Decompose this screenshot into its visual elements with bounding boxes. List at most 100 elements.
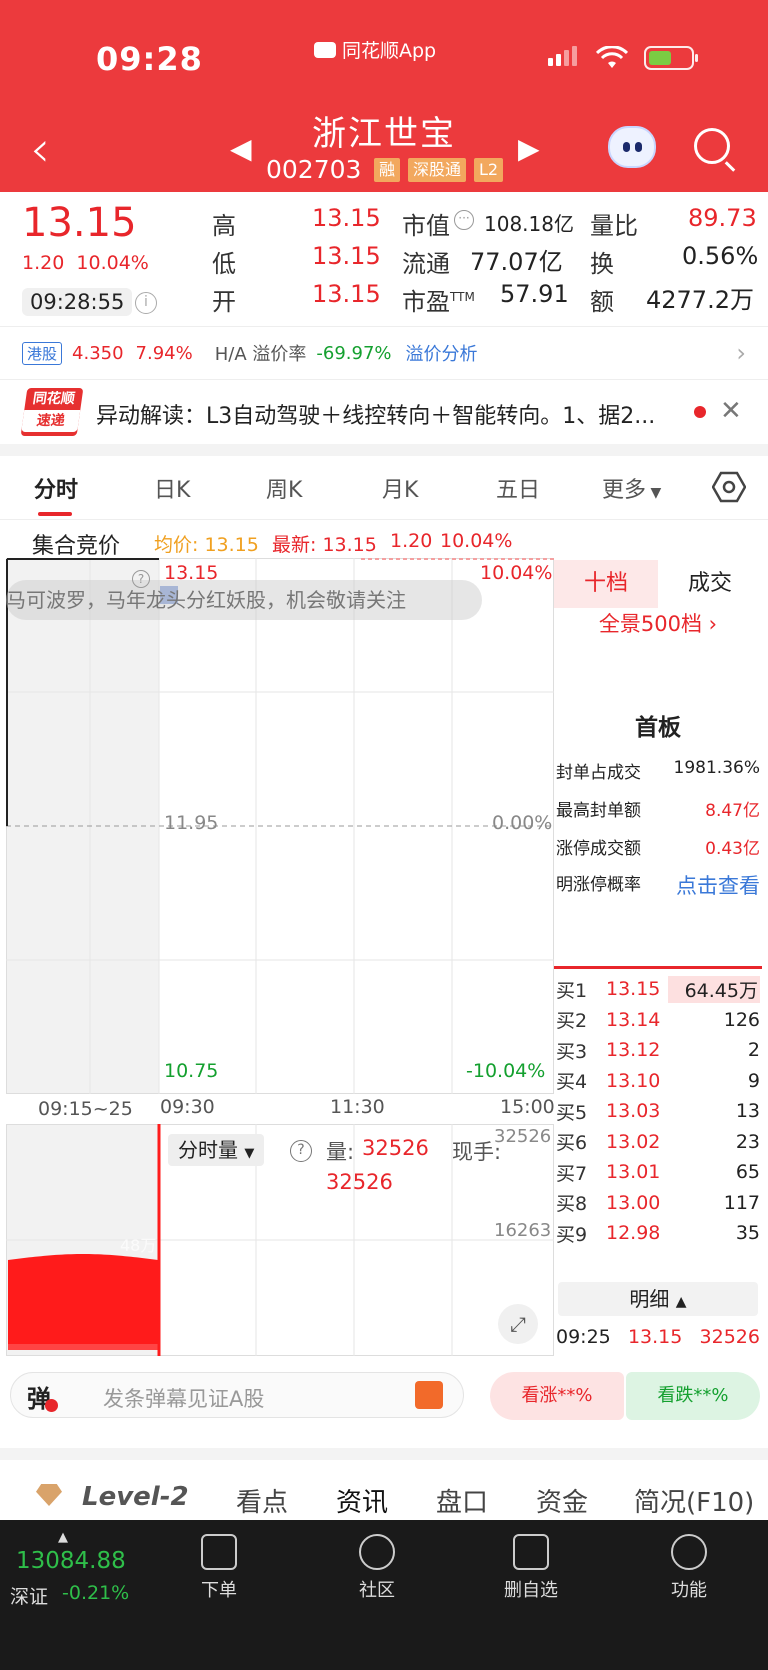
tab-highlights[interactable]: 看点 bbox=[236, 1482, 288, 1519]
tab-order-flow[interactable]: 盘口 bbox=[436, 1482, 488, 1519]
bid-volume: 64.45万 bbox=[668, 975, 760, 1003]
bid-row[interactable]: 买4 13.10 9 bbox=[556, 1066, 760, 1096]
next-stock-button[interactable]: ▶ bbox=[518, 132, 540, 165]
section-divider bbox=[0, 1448, 768, 1460]
app-label-text: 同花顺App bbox=[342, 40, 437, 62]
time-open: 09:30 bbox=[160, 1096, 215, 1118]
volume-label: 量: bbox=[326, 1140, 355, 1164]
volume-axis-max: 32526 bbox=[494, 1126, 552, 1147]
tab-daily-k[interactable]: 日K bbox=[154, 472, 190, 504]
last-trade-row: 09:25 13.15 32526 bbox=[556, 1326, 760, 1348]
stat-max-seal: 最高封单额 8.47亿 bbox=[556, 801, 760, 821]
bid-row[interactable]: 买3 13.12 2 bbox=[556, 1035, 760, 1065]
bid-label: 买7 bbox=[556, 1162, 588, 1185]
auction-label: 集合竞价 bbox=[32, 534, 121, 559]
auction-volume-bars bbox=[8, 1254, 158, 1350]
menu-icon bbox=[671, 1534, 707, 1570]
pe-label: 市盈TTM bbox=[402, 288, 475, 316]
tab-ten-levels[interactable]: 十档 bbox=[554, 560, 658, 608]
tab-monthly-k[interactable]: 月K bbox=[382, 472, 418, 504]
news-logo: 同花顺 速递 bbox=[20, 388, 84, 436]
bid-price: 13.12 bbox=[606, 1039, 661, 1061]
detail-button[interactable]: 明细 ▲ bbox=[558, 1282, 758, 1316]
premium-analysis-link[interactable]: 溢价分析 bbox=[406, 340, 478, 366]
status-icons bbox=[548, 46, 698, 70]
nav-remove-watchlist[interactable]: 删自选 bbox=[486, 1534, 576, 1602]
danmu-toggle-icon[interactable] bbox=[45, 1399, 58, 1412]
chart-mid-pct: 0.00% bbox=[492, 812, 553, 834]
volume-help-icon[interactable]: ? bbox=[290, 1140, 312, 1162]
settings-hexagon-icon[interactable] bbox=[712, 470, 746, 504]
nav-community[interactable]: 社区 bbox=[332, 1534, 422, 1602]
search-icon[interactable] bbox=[694, 128, 730, 164]
tag-margin: 融 bbox=[374, 158, 401, 182]
bid-price: 13.14 bbox=[606, 1008, 661, 1031]
bid-volume: 13 bbox=[735, 1100, 760, 1122]
tab-five-day[interactable]: 五日 bbox=[496, 472, 540, 504]
chart-mid-price: 11.95 bbox=[164, 812, 219, 834]
premium-value: -69.97% bbox=[316, 342, 392, 364]
news-text[interactable]: 异动解读：L3自动驾驶＋线控转向＋智能转向。1、据2... bbox=[96, 398, 655, 430]
tab-capital[interactable]: 资金 bbox=[536, 1482, 588, 1519]
bid-row[interactable]: 买1 13.15 64.45万 bbox=[556, 974, 760, 1004]
bid-volume: 117 bbox=[723, 1191, 760, 1214]
index-pct: -0.21% bbox=[62, 1582, 130, 1604]
bid-row[interactable]: 买7 13.01 65 bbox=[556, 1157, 760, 1187]
bid-row[interactable]: 买5 13.03 13 bbox=[556, 1096, 760, 1126]
content-tabs: Level-2 看点 资讯 盘口 资金 简况(F10) bbox=[0, 1474, 768, 1520]
view-probability-link[interactable]: 点击查看 bbox=[676, 870, 760, 900]
expand-up-icon[interactable]: ▲ bbox=[58, 1530, 68, 1545]
bid-volume: 35 bbox=[735, 1222, 760, 1244]
danmu-input[interactable]: 弹 发条弹幕见证A股 bbox=[10, 1372, 464, 1418]
latest-price: 最新: 13.15 bbox=[272, 534, 377, 556]
bearish-button[interactable]: 看跌**% bbox=[626, 1372, 760, 1420]
bid-row[interactable]: 买6 13.02 23 bbox=[556, 1127, 760, 1157]
bid-label: 买3 bbox=[556, 1040, 588, 1063]
panorama-500-link[interactable]: 全景500档 › bbox=[554, 608, 762, 638]
tab-news[interactable]: 资讯 bbox=[336, 1482, 388, 1519]
tab-intraday[interactable]: 分时 bbox=[34, 472, 78, 504]
close-icon[interactable]: ✕ bbox=[720, 396, 742, 426]
tab-level2[interactable]: Level-2 bbox=[82, 1482, 189, 1512]
tab-deals[interactable]: 成交 bbox=[658, 560, 762, 608]
tab-f10[interactable]: 简况(F10) bbox=[634, 1482, 754, 1519]
bid-row[interactable]: 买8 13.00 117 bbox=[556, 1188, 760, 1218]
intraday-chart[interactable] bbox=[6, 558, 554, 1094]
expand-icon[interactable]: ⤢ bbox=[498, 1304, 538, 1344]
info-icon[interactable]: i bbox=[135, 292, 157, 314]
bid-price: 13.00 bbox=[606, 1191, 661, 1214]
chevron-right-icon: › bbox=[736, 339, 746, 367]
index-value[interactable]: 13084.88 bbox=[16, 1548, 126, 1574]
bid-row[interactable]: 买2 13.14 126 bbox=[556, 1005, 760, 1035]
nav-functions[interactable]: 功能 bbox=[644, 1534, 734, 1602]
assistant-robot-icon[interactable] bbox=[608, 126, 656, 168]
float-value: 77.07亿 bbox=[470, 248, 563, 276]
more-icon[interactable]: ··· bbox=[454, 210, 474, 230]
pe-value: 57.91 bbox=[500, 280, 569, 308]
time-close: 15:00 bbox=[500, 1096, 555, 1118]
tab-weekly-k[interactable]: 周K bbox=[266, 472, 302, 504]
diamond-icon bbox=[36, 1484, 62, 1506]
avg-price: 均价: 13.15 bbox=[154, 534, 259, 556]
volume-selector[interactable]: 分时量 ▼ bbox=[168, 1134, 265, 1166]
nav-order[interactable]: 下单 bbox=[174, 1534, 264, 1602]
high-label: 高 bbox=[212, 212, 236, 240]
hk-price: 4.350 bbox=[72, 342, 124, 364]
bid-row[interactable]: 买9 12.98 35 bbox=[556, 1218, 760, 1248]
wifi-icon bbox=[596, 46, 628, 68]
bottom-nav: ▲ 13084.88 深证 -0.21% 下单 社区 删自选 功能 bbox=[0, 1520, 768, 1670]
bid-price: 13.10 bbox=[606, 1069, 661, 1092]
gift-icon[interactable] bbox=[415, 1381, 443, 1409]
index-name: 深证 bbox=[10, 1586, 49, 1608]
chart-top-price: 13.15 bbox=[164, 562, 219, 584]
stat-limit-probability: 明涨停概率 点击查看 bbox=[556, 870, 760, 900]
time-mid: 11:30 bbox=[330, 1096, 385, 1118]
tab-more[interactable]: 更多 ▼ bbox=[602, 472, 661, 504]
danmu-bubble[interactable]: 马可波罗，马年龙头分红妖股，机会敬请关注 bbox=[6, 580, 482, 620]
active-tab-indicator bbox=[38, 512, 72, 516]
auction-volume-base bbox=[8, 1344, 158, 1350]
ah-premium-row[interactable]: 港股 4.350 7.94% H/A 溢价率 -69.97% 溢价分析 › bbox=[0, 326, 768, 380]
bullish-button[interactable]: 看涨**% bbox=[490, 1372, 624, 1420]
help-icon[interactable]: ? bbox=[132, 570, 150, 588]
bid-price: 13.02 bbox=[606, 1130, 661, 1153]
